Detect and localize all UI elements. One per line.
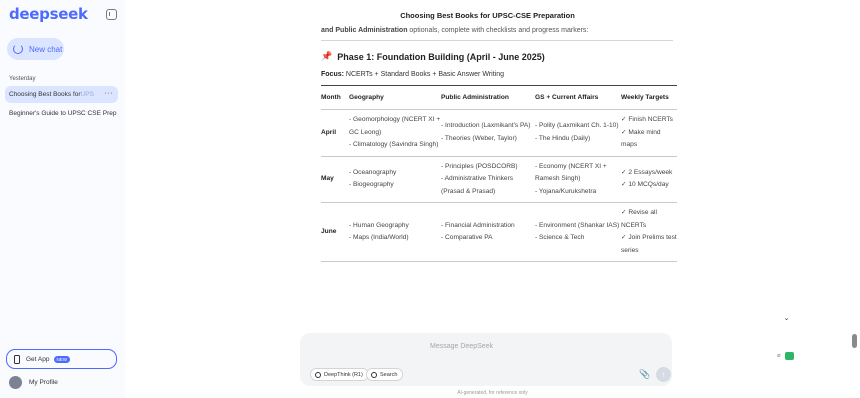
- deepthink-icon: [315, 371, 321, 378]
- phase-heading: 📌 Phase 1: Foundation Building (April - …: [321, 51, 673, 62]
- intro-text: and Public Administration optionals, com…: [321, 26, 673, 35]
- intro-rest: optionals, complete with checklists and …: [407, 27, 589, 34]
- search-toggle[interactable]: Search: [366, 368, 404, 381]
- paperclip-icon[interactable]: 📎: [639, 369, 650, 380]
- profile-button[interactable]: My Profile: [9, 376, 58, 389]
- table-cell: - Geomorphology (NCERT XI + GC Leong) - C…: [349, 116, 441, 148]
- history-item-label-fade: UPS: [80, 91, 94, 98]
- deepthink-label: DeepThink (R1): [324, 371, 363, 378]
- main-panel: Choosing Best Books for UPSC-CSE Prepara…: [125, 0, 860, 398]
- get-app-label: Get App: [26, 355, 50, 363]
- table-header-row: Month Geography Public Administration GS…: [321, 85, 677, 110]
- deepseek-logo[interactable]: deepseek: [9, 5, 88, 23]
- history-item[interactable]: Beginner's Guide to UPSC CSE Prep: [5, 105, 118, 122]
- phone-icon: [14, 354, 20, 364]
- phase-title: Phase 1: Foundation Building (April - Ju…: [337, 51, 545, 62]
- table-cell: ✓ Finish NCERTs ✓ Make mind maps: [621, 116, 673, 148]
- scroll-down-icon[interactable]: ⌄: [780, 311, 793, 324]
- table-cell: - Introduction (Laxmikant's PA) - Theorie…: [441, 122, 531, 142]
- deepthink-toggle[interactable]: DeepThink (R1): [310, 368, 369, 381]
- table-cell: - Polity (Laxmikant Ch. 1-10) - The Hindu…: [535, 122, 619, 142]
- chat-title: Choosing Best Books for UPSC-CSE Prepara…: [400, 11, 575, 20]
- table-cell-month: April: [321, 128, 337, 136]
- table-cell: - Environment (Shankar IAS) - Science & T…: [535, 221, 620, 242]
- history-item-active[interactable]: Choosing Best Books for UPS ···: [5, 86, 118, 103]
- focus-label: Focus:: [321, 71, 344, 78]
- message-placeholder: Message DeepSeek: [430, 343, 494, 350]
- sidebar: deepseek New chat Yesterday Choosing Bes…: [0, 0, 125, 398]
- link-icon: ⌀: [777, 353, 781, 359]
- table-row: April - Geomorphology (NCERT XI + GC Leo…: [321, 110, 677, 156]
- table-row: June - Human Geography - Maps (India/Worl…: [321, 203, 677, 262]
- pushpin-icon: 📌: [321, 51, 333, 61]
- send-button[interactable]: ↑: [656, 367, 671, 382]
- collapse-sidebar-icon[interactable]: [106, 9, 117, 20]
- table-cell-month: May: [321, 175, 334, 182]
- table-cell: - Principles (POSDCORB) - Administrative …: [441, 162, 518, 195]
- table-cell: ✓ 2 Essays/week ✓ 10 MCQs/day: [621, 168, 673, 189]
- table-header: Month: [321, 94, 341, 101]
- table-header: GS + Current Affairs: [535, 94, 599, 101]
- new-chat-button[interactable]: New chat: [7, 38, 64, 60]
- table-cell: - Economy (NCERT XI + Ramesh Singh) - Yoj…: [535, 162, 607, 195]
- profile-label: My Profile: [29, 379, 58, 386]
- table-header: Public Administration: [441, 94, 509, 101]
- avatar: [9, 376, 22, 389]
- focus-text: NCERTs + Standard Books + Basic Answer W…: [343, 71, 504, 78]
- table-cell: ✓ Revise all NCERTs ✓ Join Prelims test s…: [621, 209, 677, 254]
- more-options-icon[interactable]: ···: [105, 90, 114, 97]
- search-label: Search: [380, 371, 398, 378]
- new-chat-icon: [13, 44, 23, 54]
- extension-icon[interactable]: [785, 352, 794, 360]
- intro-bold: and Public Administration: [321, 27, 408, 34]
- table-cell: - Financial Administration - Comparative …: [441, 221, 515, 242]
- table-row: May - Oceanography - Biogeography - Princ…: [321, 156, 677, 203]
- table-header: Weekly Targets: [621, 94, 669, 101]
- history-item-label: Beginner's Guide to UPSC CSE Prep: [9, 110, 117, 117]
- history-item-label: Choosing Best Books for: [9, 91, 81, 98]
- divider: [321, 40, 673, 41]
- history-section-label: Yesterday: [9, 76, 36, 82]
- table-header: Geography: [349, 94, 384, 101]
- get-app-button[interactable]: Get App NEW: [6, 349, 117, 369]
- disclaimer: AI-generated, for reference only: [457, 390, 528, 396]
- new-badge: NEW: [53, 355, 70, 363]
- focus-line: Focus: NCERTs + Standard Books + Basic A…: [321, 71, 673, 78]
- table-cell-month: June: [321, 227, 337, 235]
- globe-icon: [371, 371, 377, 378]
- message-content: and Public Administration optionals, com…: [321, 26, 677, 262]
- table-cell: - Oceanography - Biogeography: [349, 168, 397, 189]
- table-cell: - Human Geography - Maps (India/World): [349, 221, 409, 242]
- study-plan-table: Month Geography Public Administration GS…: [321, 85, 677, 262]
- new-chat-label: New chat: [29, 44, 63, 54]
- scrollbar[interactable]: [852, 334, 857, 348]
